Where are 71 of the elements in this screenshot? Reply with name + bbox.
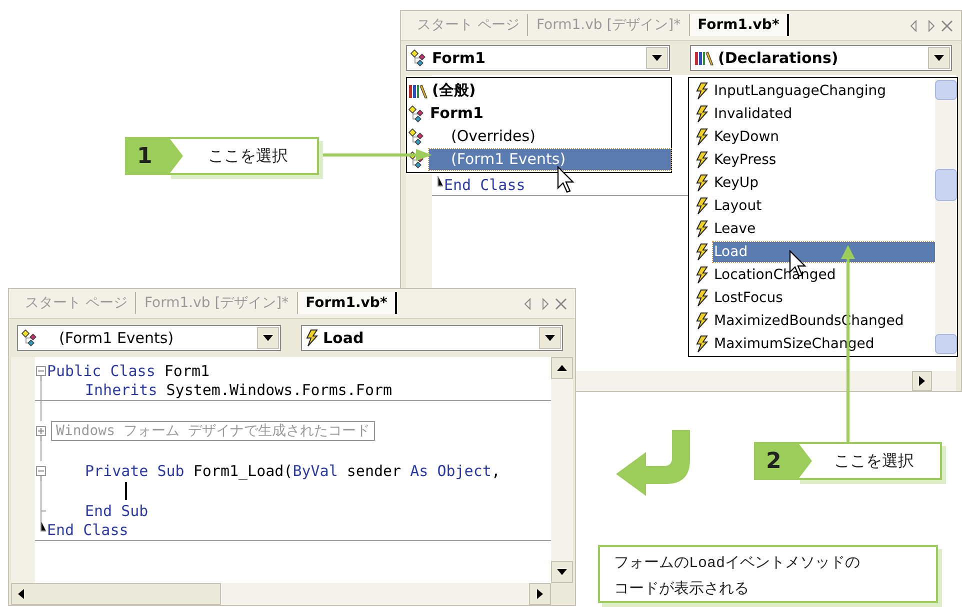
note-text: コードが表示される: [614, 578, 749, 599]
list-item[interactable]: InputLanguageChanging: [713, 80, 886, 100]
dropdown-value: (Declarations): [718, 48, 840, 69]
dropdown[interactable]: (Form1 Events): [17, 325, 281, 351]
text-caret: [125, 482, 127, 500]
list-item[interactable]: KeyUp: [713, 172, 759, 192]
books-icon: [408, 82, 428, 98]
vertical-scrollbar[interactable]: [935, 78, 957, 356]
list-item[interactable]: LostFocus: [713, 288, 783, 308]
vertical-scrollbar[interactable]: [551, 357, 573, 583]
code-keyword: As Object: [410, 460, 492, 482]
lightning-icon: [695, 128, 709, 146]
note-text: フォームのLoadイベントメソッドの: [614, 552, 860, 574]
editor-tab[interactable]: Form1.vb*: [690, 14, 790, 36]
code-keyword: End Sub: [85, 500, 148, 522]
dropdown-value: Load: [323, 328, 365, 349]
lightning-icon: [695, 312, 709, 330]
code-keyword: End Class: [47, 520, 128, 542]
right-arrow-icon: [919, 376, 925, 386]
tab-nav-icon[interactable]: [909, 18, 953, 32]
dropdown[interactable]: Form1: [406, 45, 670, 71]
code-text: Form1_Load(: [192, 460, 293, 482]
list-item[interactable]: LocationChanged: [713, 264, 836, 284]
lightning-icon: [695, 288, 709, 306]
class-icon: [408, 128, 426, 146]
code-keyword: Public Class: [47, 360, 156, 382]
lightning-icon: [695, 334, 709, 352]
list-item[interactable]: (Form1 Events): [429, 149, 671, 170]
left-arrow-icon[interactable]: [18, 589, 24, 599]
code-keyword: Inherits: [85, 380, 158, 402]
class-icon: [410, 49, 428, 67]
lightning-icon: [695, 220, 709, 238]
list-item[interactable]: Invalidated: [713, 104, 792, 124]
down-arrow-icon[interactable]: [557, 569, 567, 575]
list-item[interactable]: (全般): [432, 80, 476, 101]
list-item[interactable]: Leave: [713, 218, 756, 238]
dropdown[interactable]: (Declarations): [690, 45, 952, 71]
code-text: Form1: [163, 360, 210, 382]
lightning-icon: [695, 82, 709, 100]
list-item[interactable]: Layout: [713, 196, 762, 216]
lightning-icon: [695, 242, 709, 260]
class-icon: [408, 104, 426, 122]
code-keyword: End Class: [444, 175, 526, 196]
horizontal-scrollbar[interactable]: [11, 583, 551, 605]
code-keyword: Private Sub: [85, 460, 184, 482]
code-text: sender: [346, 460, 402, 482]
code-keyword: ByVal: [292, 460, 338, 482]
dropdown-value: (Form1 Events): [59, 328, 175, 349]
list-item[interactable]: (Overrides): [429, 126, 536, 147]
books-icon: [694, 50, 714, 66]
tab-nav-icon[interactable]: [523, 296, 567, 310]
list-item[interactable]: KeyDown: [713, 126, 780, 146]
lightning-icon: [695, 266, 709, 284]
list-item[interactable]: Form1: [430, 103, 484, 124]
lightning-icon: [695, 196, 709, 214]
dropdown[interactable]: Load: [301, 325, 563, 351]
code-text: System.Windows.Forms.Form: [165, 380, 392, 402]
editor-tab[interactable]: Form1.vb*: [298, 292, 398, 314]
code-text: ,: [491, 460, 500, 482]
scroll-right-button[interactable]: [912, 371, 932, 391]
list-item[interactable]: KeyPress: [713, 150, 776, 170]
list-item[interactable]: Load: [713, 242, 935, 262]
lightning-icon: [695, 104, 709, 122]
class-icon: [21, 329, 39, 347]
return-arrow-icon: [616, 430, 692, 496]
lightning-icon: [305, 329, 319, 347]
lightning-icon: [695, 174, 709, 192]
right-arrow-icon[interactable]: [537, 589, 543, 599]
up-arrow-icon[interactable]: [557, 365, 567, 371]
dropdown-value: Form1: [432, 48, 486, 69]
lightning-icon: [695, 150, 709, 168]
